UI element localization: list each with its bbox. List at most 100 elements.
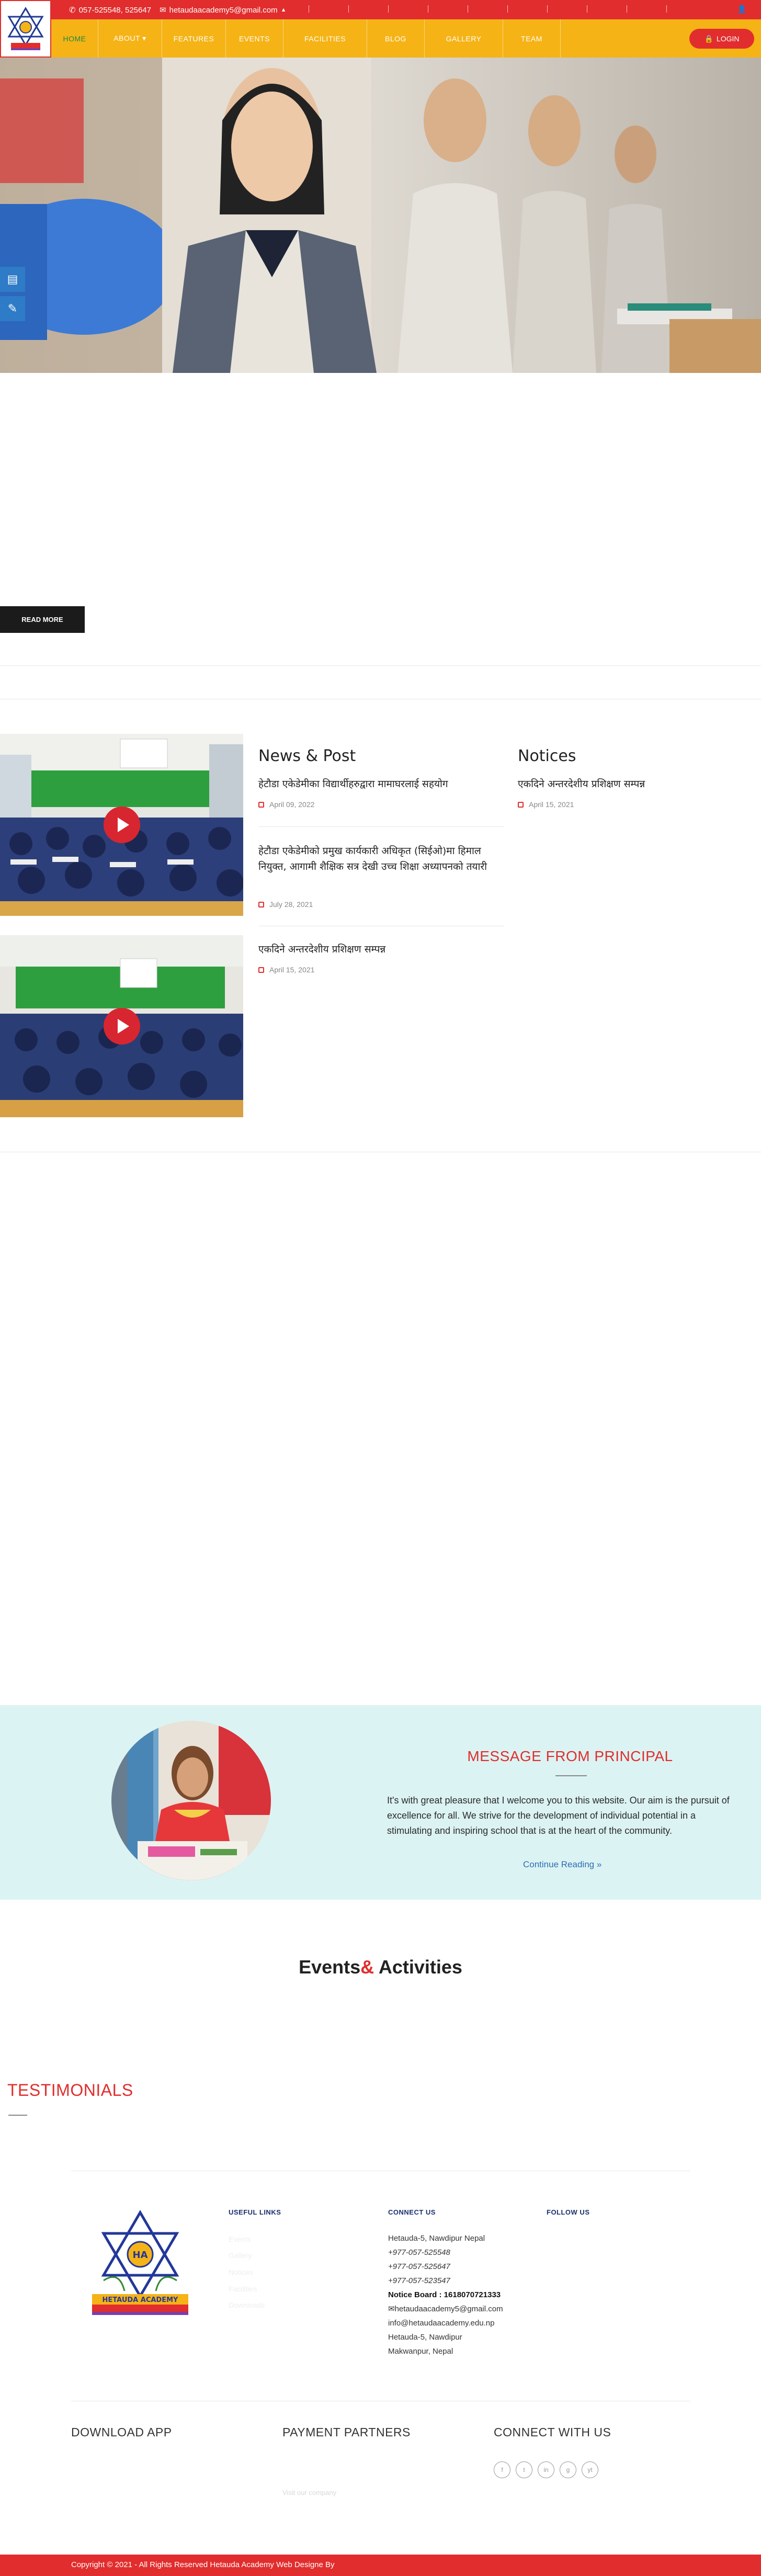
calendar-icon: [258, 901, 264, 907]
footer-link-gallery[interactable]: Gallery: [229, 2251, 252, 2260]
news-item-date: April 09, 2022: [258, 800, 314, 809]
follow-us-heading: FOLLOW US: [547, 2208, 590, 2216]
email-text[interactable]: hetaudaacademy5@gmail.com: [169, 6, 278, 15]
principal-message: It's with great pleasure that I welcome …: [387, 1795, 730, 1836]
footer-link-notices[interactable]: Notices: [229, 2268, 253, 2276]
hero-image: [0, 58, 761, 373]
read-more-button[interactable]: READ MORE: [0, 606, 85, 633]
phone-contact: ✆ 057-525548, 525647: [69, 5, 151, 15]
flag-icon: ▲: [280, 7, 287, 13]
news-item-title[interactable]: एकदिने अन्तरदेशीय प्रशिक्षण सम्पन्न: [258, 941, 504, 957]
certificate-icon[interactable]: ✎: [0, 296, 25, 321]
calendar-icon: [258, 967, 264, 973]
school-logo[interactable]: [0, 0, 51, 58]
date-text: April 15, 2021: [269, 966, 315, 974]
divider: [0, 665, 761, 666]
login-button[interactable]: 🔒 LOGIN: [689, 29, 754, 49]
download-app-heading: DOWNLOAD APP: [71, 2425, 172, 2439]
video-thumbnail-1[interactable]: [0, 734, 243, 916]
facebook-icon[interactable]: f: [494, 2461, 510, 2478]
copyright-bar: Copyright © 2021 - All Rights Reserved H…: [0, 2555, 761, 2576]
nav-home[interactable]: HOME: [51, 19, 98, 58]
footer-email-1[interactable]: ✉hetaudaacademy5@gmail.com: [388, 2302, 503, 2316]
connect-with-us-heading: CONNECT WITH US: [494, 2425, 611, 2439]
testimonials-title: TESTIMONIALS: [7, 2081, 133, 2100]
calendar-icon: [258, 801, 264, 808]
logo-emblem-icon: [7, 7, 44, 50]
nav-about[interactable]: ABOUT ▾: [98, 19, 162, 58]
events-title: Events& Activities: [0, 1956, 761, 1978]
notice-item-date: April 15, 2021: [518, 800, 574, 809]
divider: [555, 1775, 587, 1776]
nav-gallery[interactable]: GALLERY: [425, 19, 503, 58]
side-tabs: ▤ ✎: [0, 267, 25, 325]
divider: [258, 826, 504, 827]
nav-team[interactable]: TEAM: [503, 19, 561, 58]
connect-us-heading: CONNECT US: [388, 2208, 436, 2216]
hero-slider[interactable]: ▤ ✎: [0, 58, 761, 373]
phone-text: 057-525548, 525647: [78, 5, 152, 15]
notice-board: Notice Board : 1618070721333: [388, 2290, 501, 2299]
footer-phone-3[interactable]: +977-057-523547: [388, 2274, 450, 2288]
twitter-icon[interactable]: t: [516, 2461, 532, 2478]
lock-icon: 🔒: [704, 34, 713, 43]
main-nav: HOME ABOUT ▾ FEATURES EVENTS FACILITIES …: [51, 19, 761, 58]
news-item-title[interactable]: हेटौडा एकेडेमीको प्रमुख कार्यकारी अधिकृत…: [258, 843, 504, 875]
topbar-separators: [309, 5, 706, 13]
email-text[interactable]: hetaudaacademy5@gmail.com: [395, 2305, 503, 2313]
email-contact[interactable]: ✉ hetaudaacademy5@gmail.com ▲: [160, 5, 286, 15]
notice-item-title[interactable]: एकदिने अन्तरदेशीय प्रशिक्षण सम्पन्न: [518, 776, 748, 792]
footer-logo[interactable]: HA HETAUDA ACADEMY: [88, 2207, 192, 2317]
footer-phone-1[interactable]: +977-057-525548: [388, 2245, 450, 2260]
divider: [8, 2115, 27, 2116]
date-text: April 15, 2021: [529, 800, 574, 809]
principal-message-section: MESSAGE FROM PRINCIPAL It's with great p…: [0, 1705, 761, 1900]
events-title-a: Events: [299, 1956, 361, 1978]
continue-reading-link[interactable]: Continue Reading »: [523, 1859, 601, 1870]
footer-email-2[interactable]: info@hetaudaacademy.edu.np: [388, 2316, 494, 2330]
useful-links-heading: USEFUL LINKS: [229, 2208, 281, 2216]
principal-heading: MESSAGE FROM PRINCIPAL: [467, 1748, 673, 1764]
login-label: LOGIN: [716, 35, 740, 43]
footer-link-downloads[interactable]: Downloads: [229, 2301, 265, 2309]
copyright-text: Copyright © 2021 - All Rights Reserved H…: [71, 2560, 335, 2569]
nav-facilities[interactable]: FACILITIES: [283, 19, 367, 58]
payment-partners-heading: PAYMENT PARTNERS: [282, 2425, 411, 2439]
news-item-title[interactable]: हेटौडा एकेडेमीका विद्यार्थीहरुद्वारा माम…: [258, 776, 504, 792]
events-title-b: Activities: [374, 1956, 462, 1978]
phone-icon: ✆: [69, 6, 76, 15]
events-title-amp: &: [360, 1956, 374, 1978]
footer-phone-2[interactable]: +977-057-525647: [388, 2260, 450, 2274]
notices-title: Notices: [518, 747, 576, 765]
calendar-icon: [518, 801, 524, 808]
play-icon[interactable]: [103, 1008, 140, 1045]
nav-features[interactable]: FEATURES: [162, 19, 226, 58]
footer-address-3: Makwanpur, Nepal: [388, 2347, 453, 2356]
logo-text: HETAUDA ACADEMY: [103, 2296, 178, 2304]
footer-address-2: Hetauda-5, Nawdipur: [388, 2333, 462, 2342]
news-item-date: July 28, 2021: [258, 900, 313, 909]
video-thumbnail-2[interactable]: [0, 935, 243, 1117]
footer-link-events[interactable]: Events: [229, 2235, 251, 2243]
svg-text:HA: HA: [133, 2250, 148, 2261]
google-icon[interactable]: g: [560, 2461, 576, 2478]
footer-address: Hetauda-5, Nawdipur Nepal: [388, 2234, 485, 2243]
nav-blog[interactable]: BLOG: [367, 19, 425, 58]
nav-events[interactable]: EVENTS: [226, 19, 283, 58]
youtube-icon[interactable]: yt: [582, 2461, 598, 2478]
payment-partner-link[interactable]: Visit our company: [282, 2489, 336, 2496]
book-icon[interactable]: ▤: [0, 267, 25, 292]
top-bar: ✆ 057-525548, 525647 ✉ hetaudaacademy5@gma…: [0, 0, 761, 19]
linkedin-icon[interactable]: in: [538, 2461, 554, 2478]
contact-info: ✆ 057-525548, 525647 ✉ hetaudaacademy5@gma…: [69, 5, 287, 15]
mail-icon: ✉: [388, 2305, 395, 2313]
principal-photo: [111, 1721, 271, 1880]
user-icon[interactable]: 👤: [737, 5, 746, 14]
date-text: April 09, 2022: [269, 800, 315, 809]
news-item-date: April 15, 2021: [258, 966, 314, 974]
date-text: July 28, 2021: [269, 900, 313, 909]
play-icon[interactable]: [103, 807, 140, 843]
footer-link-facilities[interactable]: Facilities: [229, 2285, 257, 2293]
news-title: News & Post: [258, 747, 356, 765]
mail-icon: ✉: [160, 6, 166, 15]
